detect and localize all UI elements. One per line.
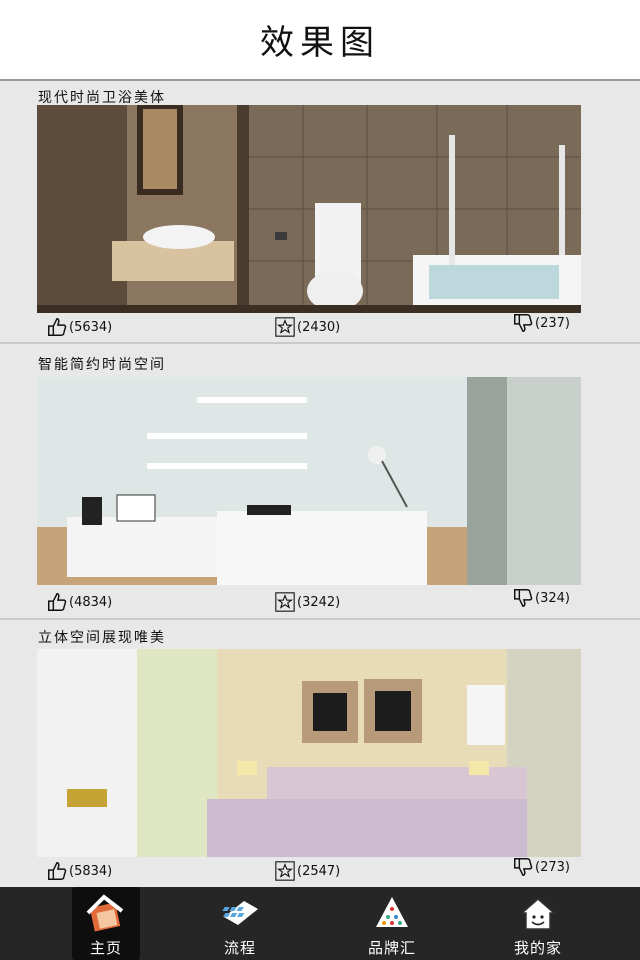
favorite-button[interactable]: (3242) bbox=[274, 590, 340, 614]
star-icon bbox=[275, 317, 295, 337]
tab-home[interactable]: 主页 bbox=[72, 887, 140, 960]
thumbs-down-icon bbox=[514, 589, 533, 607]
bedroom-photo[interactable] bbox=[37, 649, 581, 857]
list-item[interactable]: 现代时尚卫浴美体 (5634) (2430) (237) bbox=[0, 83, 640, 344]
tab-my-home[interactable]: 我的家 bbox=[488, 887, 588, 960]
tab-brand[interactable]: 品牌汇 bbox=[342, 887, 442, 960]
tab-process[interactable]: 流程 bbox=[190, 887, 290, 960]
favorite-button[interactable]: (2547) bbox=[274, 859, 340, 883]
my-home-icon bbox=[520, 898, 556, 930]
thumbs-down-icon bbox=[514, 314, 533, 332]
tab-my-home-label: 我的家 bbox=[513, 939, 562, 957]
thumbs-up-icon bbox=[48, 862, 67, 880]
favorite-count: (2430) bbox=[297, 319, 341, 335]
like-count: (5634) bbox=[69, 319, 113, 335]
like-count: (4834) bbox=[69, 594, 113, 610]
home-icon bbox=[86, 894, 124, 932]
bottom-tab-bar: 主页 流程 品牌汇 我的家 bbox=[0, 887, 640, 960]
tab-brand-label: 品牌汇 bbox=[367, 939, 416, 957]
card-title: 立体空间展现唯美 bbox=[38, 630, 166, 646]
dislike-button[interactable]: (273) bbox=[512, 855, 570, 879]
thumbs-up-icon bbox=[48, 593, 67, 611]
bathroom-photo[interactable] bbox=[37, 105, 581, 313]
dislike-button[interactable]: (237) bbox=[512, 311, 570, 335]
card-stats: (5634) (2430) (237) bbox=[0, 314, 640, 339]
tab-process-label: 流程 bbox=[223, 939, 256, 957]
list-item[interactable]: 立体空间展现唯美 (5834) (2547) (273) bbox=[0, 620, 640, 887]
card-stats: (5834) (2547) (273) bbox=[0, 858, 640, 883]
study-room-photo[interactable] bbox=[37, 377, 581, 585]
list-item[interactable]: 智能简约时尚空间 (4834) (3242) (324) bbox=[0, 344, 640, 620]
favorite-count: (2547) bbox=[297, 863, 341, 879]
brand-icon bbox=[376, 897, 408, 927]
dislike-count: (273) bbox=[535, 859, 570, 875]
like-button[interactable]: (4834) bbox=[46, 590, 112, 614]
like-count: (5834) bbox=[69, 863, 113, 879]
favorite-count: (3242) bbox=[297, 594, 341, 610]
page-title: 效果图 bbox=[260, 23, 380, 63]
top-header: 效果图 bbox=[0, 0, 640, 81]
thumbs-down-icon bbox=[514, 858, 533, 876]
thumbs-up-icon bbox=[48, 318, 67, 336]
card-title: 智能简约时尚空间 bbox=[38, 357, 166, 373]
like-button[interactable]: (5634) bbox=[46, 315, 112, 339]
tab-home-label: 主页 bbox=[89, 939, 122, 957]
dislike-count: (237) bbox=[535, 315, 570, 331]
dislike-button[interactable]: (324) bbox=[512, 586, 570, 610]
dislike-count: (324) bbox=[535, 590, 570, 606]
card-stats: (4834) (3242) (324) bbox=[0, 589, 640, 614]
like-button[interactable]: (5834) bbox=[46, 859, 112, 883]
card-title: 现代时尚卫浴美体 bbox=[38, 90, 166, 106]
favorite-button[interactable]: (2430) bbox=[274, 315, 340, 339]
star-icon bbox=[275, 592, 295, 612]
star-icon bbox=[275, 861, 295, 881]
effect-image-list[interactable]: 现代时尚卫浴美体 (5634) (2430) (237) 智能简约时尚空间 (4… bbox=[0, 83, 640, 887]
process-icon bbox=[222, 901, 258, 925]
